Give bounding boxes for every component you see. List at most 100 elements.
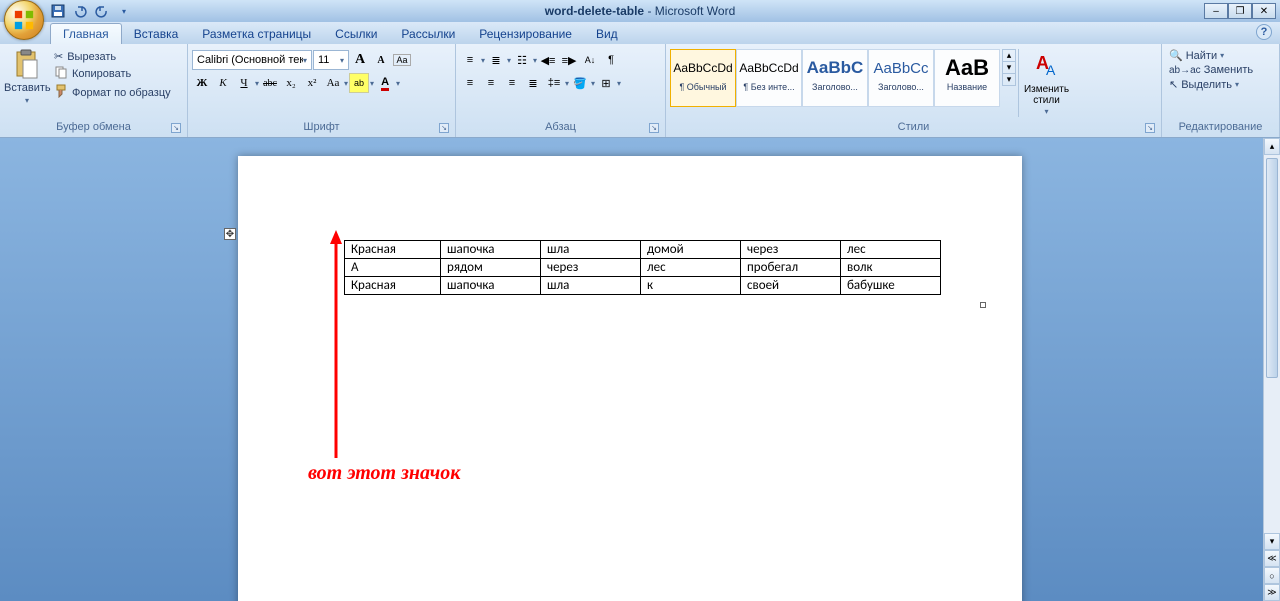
- tab-insert[interactable]: Вставка: [122, 24, 191, 44]
- table-cell[interactable]: через: [741, 241, 841, 259]
- decrease-indent-button[interactable]: ◀≡: [538, 50, 558, 70]
- tab-references[interactable]: Ссылки: [323, 24, 389, 44]
- highlight-button[interactable]: ab: [349, 73, 369, 93]
- change-case-button[interactable]: Aa: [323, 73, 343, 93]
- table-resize-handle[interactable]: [980, 302, 986, 308]
- undo-icon[interactable]: [72, 3, 88, 19]
- styles-expand[interactable]: ▾: [1003, 73, 1015, 85]
- shrink-font-button[interactable]: A: [371, 50, 391, 70]
- change-styles-button[interactable]: AA Изменить стили▾: [1018, 49, 1074, 117]
- table-cell[interactable]: волк: [841, 259, 941, 277]
- style-¶ Обычный[interactable]: AaBbCcDd¶ Обычный: [670, 49, 736, 107]
- font-launcher[interactable]: ↘: [439, 123, 449, 133]
- table-cell[interactable]: через: [541, 259, 641, 277]
- style-Название[interactable]: AaBНазвание: [934, 49, 1000, 107]
- table-cell[interactable]: шапочка: [441, 241, 541, 259]
- table-cell[interactable]: домой: [641, 241, 741, 259]
- tab-page-layout[interactable]: Разметка страницы: [190, 24, 323, 44]
- grow-font-button[interactable]: A: [350, 50, 370, 70]
- align-center-button[interactable]: ≡: [481, 73, 501, 93]
- select-button[interactable]: ↖Выделить▾: [1166, 77, 1242, 92]
- justify-button[interactable]: ≣: [523, 73, 543, 93]
- font-size-combo[interactable]: 11▾: [313, 50, 349, 70]
- style-gallery[interactable]: AaBbCcDd¶ ОбычныйAaBbCcDd¶ Без инте...Aa…: [670, 49, 1000, 107]
- tab-home[interactable]: Главная: [50, 23, 122, 44]
- strike-button[interactable]: abc: [260, 73, 280, 93]
- font-name-combo[interactable]: Calibri (Основной текст)▾: [192, 50, 312, 70]
- scroll-down-button[interactable]: ▾: [1264, 533, 1280, 550]
- align-right-button[interactable]: ≡: [502, 73, 522, 93]
- multilevel-button[interactable]: ☷: [512, 50, 532, 70]
- style-Заголово...[interactable]: AaBbCcЗаголово...: [868, 49, 934, 107]
- replace-button[interactable]: ab→acЗаменить: [1166, 63, 1256, 77]
- styles-scroll-down[interactable]: ▾: [1003, 61, 1015, 73]
- close-button[interactable]: ✕: [1252, 3, 1276, 19]
- subscript-button[interactable]: x₂: [281, 73, 301, 93]
- tab-view[interactable]: Вид: [584, 24, 630, 44]
- office-button[interactable]: [4, 0, 44, 40]
- next-page-button[interactable]: ≫: [1264, 584, 1280, 601]
- line-spacing-button[interactable]: ‡≡: [544, 73, 564, 93]
- redo-icon[interactable]: [94, 3, 110, 19]
- styles-launcher[interactable]: ↘: [1145, 123, 1155, 133]
- align-left-button[interactable]: ≡: [460, 73, 480, 93]
- minimize-button[interactable]: –: [1204, 3, 1228, 19]
- tab-review[interactable]: Рецензирование: [467, 24, 584, 44]
- qat-customize-icon[interactable]: ▾: [116, 3, 132, 19]
- document-table[interactable]: КраснаяшапочкашладомойчерезлесАрядомчере…: [344, 240, 941, 295]
- table-cell[interactable]: рядом: [441, 259, 541, 277]
- table-cell[interactable]: к: [641, 277, 741, 295]
- table-cell[interactable]: лес: [641, 259, 741, 277]
- underline-menu[interactable]: ▾: [255, 79, 259, 88]
- case-menu[interactable]: ▾: [344, 79, 348, 88]
- table-move-handle[interactable]: ✥: [224, 228, 236, 240]
- show-marks-button[interactable]: ¶: [601, 50, 621, 70]
- table-row[interactable]: Арядомчерезлеспробегалволк: [345, 259, 941, 277]
- paste-button[interactable]: Вставить ▾: [4, 46, 50, 106]
- styles-scroll-up[interactable]: ▴: [1003, 50, 1015, 61]
- clear-format-button[interactable]: Aa: [392, 50, 412, 70]
- shading-button[interactable]: 🪣: [570, 73, 590, 93]
- format-painter-button[interactable]: Формат по образцу: [54, 84, 171, 101]
- highlight-menu[interactable]: ▾: [370, 79, 374, 88]
- table-cell[interactable]: Красная: [345, 277, 441, 295]
- table-cell[interactable]: шла: [541, 241, 641, 259]
- browse-object-button[interactable]: ○: [1264, 567, 1280, 584]
- paragraph-launcher[interactable]: ↘: [649, 123, 659, 133]
- clipboard-launcher[interactable]: ↘: [171, 123, 181, 133]
- table-row[interactable]: Краснаяшапочкашлаксвоейбабушке: [345, 277, 941, 295]
- vertical-scrollbar[interactable]: ▴ ▾ ≪ ○ ≫: [1263, 138, 1280, 601]
- table-cell[interactable]: Красная: [345, 241, 441, 259]
- bold-button[interactable]: Ж: [192, 73, 212, 93]
- table-cell[interactable]: своей: [741, 277, 841, 295]
- style-Заголово...[interactable]: AaBbCЗаголово...: [802, 49, 868, 107]
- bullets-button[interactable]: ≡: [460, 50, 480, 70]
- find-button[interactable]: 🔍Найти▾: [1166, 48, 1227, 63]
- scroll-up-button[interactable]: ▴: [1264, 138, 1280, 155]
- copy-button[interactable]: Копировать: [54, 65, 171, 82]
- scroll-thumb[interactable]: [1266, 158, 1278, 378]
- table-cell[interactable]: бабушке: [841, 277, 941, 295]
- font-color-button[interactable]: A: [375, 73, 395, 93]
- superscript-button[interactable]: x²: [302, 73, 322, 93]
- help-button[interactable]: ?: [1256, 24, 1272, 40]
- table-cell[interactable]: шла: [541, 277, 641, 295]
- style-¶ Без инте...[interactable]: AaBbCcDd¶ Без инте...: [736, 49, 802, 107]
- tab-mailings[interactable]: Рассылки: [389, 24, 467, 44]
- table-cell[interactable]: пробегал: [741, 259, 841, 277]
- italic-button[interactable]: К: [213, 73, 233, 93]
- sort-button[interactable]: A↓: [580, 50, 600, 70]
- table-row[interactable]: Краснаяшапочкашладомойчерезлес: [345, 241, 941, 259]
- table-cell[interactable]: шапочка: [441, 277, 541, 295]
- underline-button[interactable]: Ч: [234, 73, 254, 93]
- increase-indent-button[interactable]: ≡▶: [559, 50, 579, 70]
- prev-page-button[interactable]: ≪: [1264, 550, 1280, 567]
- save-icon[interactable]: [50, 3, 66, 19]
- numbering-button[interactable]: ≣: [486, 50, 506, 70]
- document-area[interactable]: ✥ КраснаяшапочкашладомойчерезлесАрядомче…: [0, 138, 1263, 601]
- table-cell[interactable]: А: [345, 259, 441, 277]
- restore-button[interactable]: ❐: [1228, 3, 1252, 19]
- table-cell[interactable]: лес: [841, 241, 941, 259]
- font-color-menu[interactable]: ▾: [396, 79, 400, 88]
- borders-button[interactable]: ⊞: [596, 73, 616, 93]
